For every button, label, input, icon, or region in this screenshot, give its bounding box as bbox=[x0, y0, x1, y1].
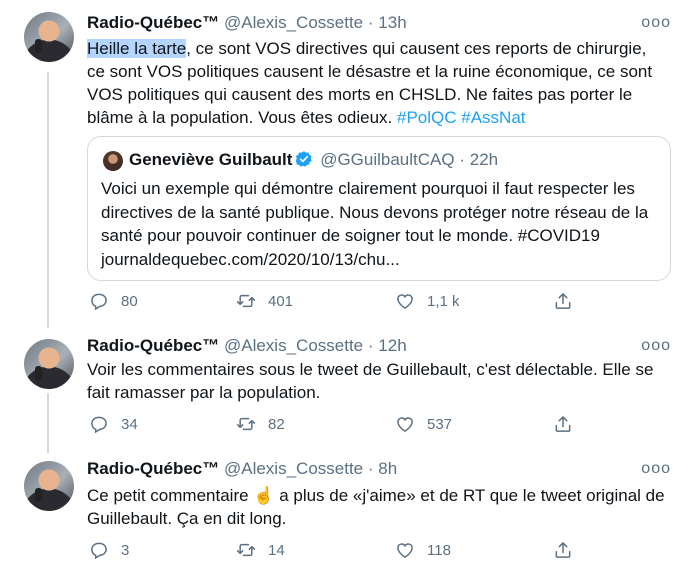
share-icon bbox=[555, 293, 571, 309]
avatar[interactable] bbox=[24, 339, 74, 389]
retweet-icon bbox=[236, 417, 256, 431]
tweet[interactable]: Radio-Québec™ @Alexis_Cossette · 12h ooo… bbox=[0, 325, 690, 450]
retweet-icon bbox=[236, 543, 256, 557]
author-handle[interactable]: @Alexis_Cossette bbox=[224, 459, 363, 478]
tweet-header: Radio-Québec™ @Alexis_Cossette · 13h bbox=[87, 12, 407, 34]
reply-button[interactable]: 80 bbox=[89, 289, 138, 313]
verified-icon bbox=[296, 151, 313, 167]
like-button[interactable]: 537 bbox=[395, 412, 452, 436]
share-button[interactable] bbox=[553, 412, 573, 436]
author-handle[interactable]: @Alexis_Cossette bbox=[224, 336, 363, 355]
more-icon[interactable]: ooo bbox=[641, 338, 671, 354]
avatar[interactable] bbox=[24, 12, 74, 62]
quoted-text: Voici un exemple qui démontre clairement… bbox=[101, 179, 649, 269]
reply-button[interactable]: 3 bbox=[89, 538, 129, 562]
like-icon bbox=[397, 294, 413, 309]
tweet-header: Radio-Québec™ @Alexis_Cossette · 12h bbox=[87, 335, 407, 357]
separator: · bbox=[459, 150, 466, 169]
tweet-header: Radio-Québec™ @Alexis_Cossette · 8h bbox=[87, 458, 397, 480]
tweet-text: Voir les commentaires sous le tweet de G… bbox=[87, 360, 654, 402]
action-bar: 80 401 1,1 k bbox=[87, 289, 587, 313]
reply-count: 80 bbox=[121, 292, 138, 310]
separator: · bbox=[367, 459, 374, 478]
like-count: 118 bbox=[427, 541, 451, 559]
like-icon bbox=[397, 417, 413, 432]
reply-icon bbox=[91, 293, 107, 311]
quoted-author-handle: @GGuilbaultCAQ bbox=[320, 150, 455, 169]
like-count: 537 bbox=[427, 415, 453, 433]
retweet-count: 401 bbox=[268, 292, 294, 310]
retweet-button[interactable]: 82 bbox=[236, 412, 285, 436]
author-name[interactable]: Radio-Québec™ bbox=[87, 13, 219, 32]
more-icon[interactable]: ooo bbox=[641, 461, 671, 477]
highlighted-text: Heille la tarte bbox=[87, 39, 187, 58]
tweet[interactable]: Radio-Québec™ @Alexis_Cossette · 13h ooo… bbox=[0, 0, 690, 325]
reply-icon bbox=[91, 542, 107, 560]
share-icon bbox=[555, 416, 571, 432]
retweet-count: 14 bbox=[268, 541, 285, 559]
author-name[interactable]: Radio-Québec™ bbox=[87, 459, 219, 478]
tweet[interactable]: Radio-Québec™ @Alexis_Cossette · 8h ooo … bbox=[0, 450, 690, 574]
hashtag-link[interactable]: #PolQC bbox=[397, 108, 457, 127]
quoted-tweet[interactable]: Geneviève Guilbault @GGuilbaultCAQ · 22h… bbox=[87, 136, 671, 281]
separator: · bbox=[367, 336, 374, 355]
timestamp[interactable]: 8h bbox=[378, 459, 397, 478]
tweet-text: Ce petit commentaire ☝️ a plus de «j'aim… bbox=[87, 484, 667, 530]
avatar[interactable] bbox=[24, 461, 74, 511]
quoted-avatar bbox=[103, 151, 123, 171]
reply-icon bbox=[91, 416, 107, 434]
retweet-count: 82 bbox=[268, 415, 285, 433]
reply-count: 3 bbox=[121, 541, 130, 559]
tweet-body: Ce petit commentaire bbox=[87, 486, 254, 505]
retweet-icon bbox=[236, 294, 256, 308]
retweet-button[interactable]: 401 bbox=[236, 289, 293, 313]
share-button[interactable] bbox=[553, 289, 573, 313]
hashtag-link[interactable]: #AssNat bbox=[461, 108, 525, 127]
more-icon[interactable]: ooo bbox=[641, 15, 671, 31]
timestamp[interactable]: 12h bbox=[378, 336, 406, 355]
like-button[interactable]: 1,1 k bbox=[395, 289, 460, 313]
action-bar: 34 82 537 bbox=[87, 412, 587, 436]
like-count: 1,1 k bbox=[427, 292, 460, 310]
quoted-timestamp: 22h bbox=[469, 150, 499, 169]
share-button[interactable] bbox=[553, 538, 573, 562]
share-icon bbox=[555, 542, 571, 558]
quoted-author-name: Geneviève Guilbault bbox=[129, 150, 293, 169]
action-bar: 3 14 118 bbox=[87, 538, 587, 562]
author-name[interactable]: Radio-Québec™ bbox=[87, 336, 219, 355]
like-icon bbox=[397, 543, 413, 558]
reply-count: 34 bbox=[121, 415, 138, 433]
author-handle[interactable]: @Alexis_Cossette bbox=[224, 13, 363, 32]
retweet-button[interactable]: 14 bbox=[236, 538, 285, 562]
tweet-text: Heille la tarte, ce sont VOS directives … bbox=[87, 37, 667, 129]
like-button[interactable]: 118 bbox=[395, 538, 451, 562]
quoted-header: Geneviève Guilbault @GGuilbaultCAQ · 22h bbox=[129, 148, 498, 172]
reply-button[interactable]: 34 bbox=[89, 412, 138, 436]
timestamp[interactable]: 13h bbox=[378, 13, 406, 32]
separator: · bbox=[367, 13, 374, 32]
pointing-up-emoji: ☝️ bbox=[253, 486, 275, 505]
